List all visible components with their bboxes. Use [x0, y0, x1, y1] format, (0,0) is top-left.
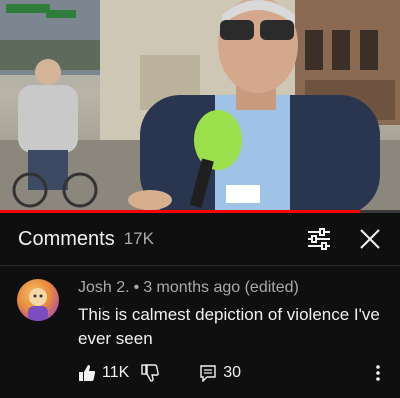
- video-player[interactable]: [0, 0, 400, 210]
- sort-filter-icon[interactable]: [307, 228, 331, 250]
- comment-text: This is calmest depiction of violence I'…: [78, 305, 380, 348]
- like-count: 11K: [102, 364, 130, 381]
- comment-actions: 11K 30: [78, 361, 241, 385]
- meta-separator: •: [133, 279, 140, 296]
- reply-count[interactable]: 30: [223, 364, 241, 382]
- thumbs-down-icon[interactable]: [141, 364, 160, 382]
- close-icon[interactable]: [358, 227, 382, 251]
- video-frame: [0, 0, 400, 210]
- avatar-image: [28, 288, 48, 321]
- comments-header: Comments 17K: [0, 213, 400, 266]
- comments-count: 17K: [123, 229, 154, 248]
- more-vertical-icon[interactable]: [372, 363, 384, 383]
- comment-author[interactable]: Josh 2.: [78, 279, 130, 296]
- comments-title: Comments: [18, 227, 115, 250]
- comment-age: 3 months ago (edited): [143, 279, 299, 296]
- comment-item: Josh 2. • 3 months ago (edited) This is ca…: [0, 266, 400, 398]
- thumbs-up-icon[interactable]: [78, 364, 96, 382]
- reply-comment-icon[interactable]: [199, 364, 217, 382]
- comment-meta: Josh 2. • 3 months ago (edited): [78, 279, 299, 297]
- avatar[interactable]: [17, 279, 59, 321]
